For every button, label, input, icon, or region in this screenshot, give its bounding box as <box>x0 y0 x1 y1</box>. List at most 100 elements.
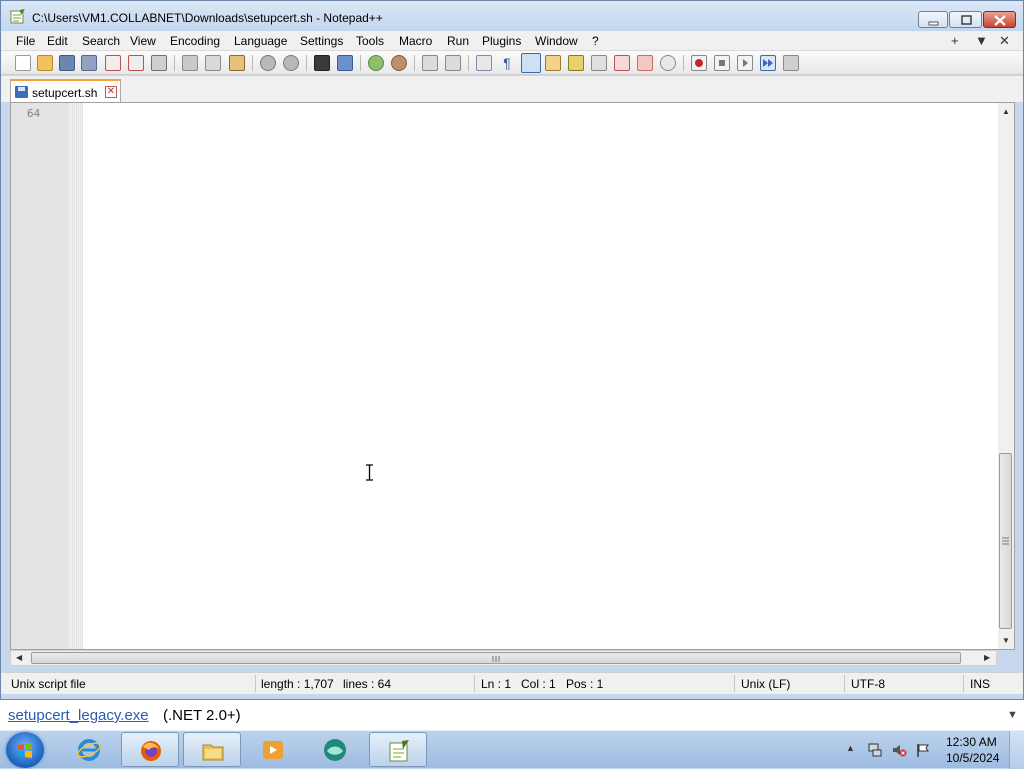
taskbar-firefox[interactable] <box>121 732 179 767</box>
replace-icon[interactable] <box>337 55 353 71</box>
record-dot-icon <box>695 59 703 67</box>
save-icon[interactable] <box>59 55 75 71</box>
toolbar-separator <box>468 55 469 71</box>
close-document-button[interactable]: ✕ <box>999 33 1010 49</box>
zoom-in-icon[interactable] <box>368 55 384 71</box>
monitoring-icon[interactable] <box>660 55 676 71</box>
network-icon[interactable] <box>867 742 883 758</box>
function-list-icon[interactable] <box>614 55 630 71</box>
status-divider <box>963 675 964 692</box>
menu-search[interactable]: Search <box>82 34 120 48</box>
paste-icon[interactable] <box>229 55 245 71</box>
vertical-scrollbar[interactable]: ▲ ▼ <box>998 103 1014 649</box>
tab-list-dropdown[interactable]: ▼ <box>975 33 988 48</box>
undo-icon[interactable] <box>260 55 276 71</box>
fast-forward-icon <box>763 59 773 67</box>
taskbar-internet-explorer[interactable] <box>60 732 118 767</box>
horizontal-scrollbar[interactable]: ◀ ▶ <box>10 650 997 666</box>
show-hidden-icons-button[interactable]: ▲ <box>846 743 855 753</box>
start-button[interactable] <box>6 732 44 768</box>
taskbar-file-explorer[interactable] <box>183 732 241 767</box>
menu-settings[interactable]: Settings <box>300 34 343 48</box>
menu-tools[interactable]: Tools <box>356 34 384 48</box>
new-file-icon[interactable] <box>15 55 31 71</box>
scroll-down-icon[interactable]: ▼ <box>1002 636 1010 645</box>
close-file-icon[interactable] <box>105 55 121 71</box>
toolbar-separator <box>414 55 415 71</box>
restore-icon <box>961 15 972 25</box>
copy-icon[interactable] <box>205 55 221 71</box>
menu-edit[interactable]: Edit <box>47 34 68 48</box>
menu-language[interactable]: Language <box>234 34 287 48</box>
status-divider <box>734 675 735 692</box>
taskbar-notepad-plus-plus[interactable] <box>369 732 427 767</box>
minimize-button[interactable] <box>918 11 948 28</box>
action-center-flag-icon[interactable] <box>915 742 931 758</box>
tab-bar: setupcert.sh ✕ <box>1 76 1023 102</box>
indent-guide-icon[interactable] <box>521 53 541 73</box>
menu-run[interactable]: Run <box>447 34 469 48</box>
menu-window[interactable]: Window <box>535 34 578 48</box>
download-link[interactable]: setupcert_legacy.exe <box>8 707 149 724</box>
vertical-scroll-thumb[interactable] <box>999 453 1012 629</box>
toolbar-separator <box>306 55 307 71</box>
text-area[interactable] <box>83 103 997 649</box>
toolbar-separator <box>252 55 253 71</box>
menu-encoding[interactable]: Encoding <box>170 34 220 48</box>
menu-macro[interactable]: Macro <box>399 34 432 48</box>
status-eol[interactable]: Unix (LF) <box>741 677 790 691</box>
volume-muted-icon[interactable] <box>891 742 907 758</box>
user-defined-language-icon[interactable] <box>545 55 561 71</box>
save-macro-icon[interactable] <box>783 55 799 71</box>
redo-icon[interactable] <box>283 55 299 71</box>
stop-recording-icon[interactable] <box>714 55 730 71</box>
taskbar-media-player[interactable] <box>244 732 302 767</box>
status-ln: Ln : 1 <box>481 677 512 691</box>
menu-file[interactable]: File <box>16 34 35 48</box>
fold-margin[interactable] <box>69 103 83 649</box>
new-tab-button[interactable]: + <box>951 33 959 48</box>
cut-icon[interactable] <box>182 55 198 71</box>
scroll-right-icon[interactable]: ▶ <box>984 653 990 662</box>
tab-close-icon[interactable]: ✕ <box>105 86 117 98</box>
save-all-icon[interactable] <box>81 55 97 71</box>
maximize-button[interactable] <box>949 11 982 28</box>
scroll-up-icon[interactable]: ▲ <box>1002 107 1010 116</box>
status-mode[interactable]: INS <box>970 677 990 691</box>
sync-vertical-icon[interactable] <box>422 55 438 71</box>
toolbar-separator <box>360 55 361 71</box>
menu-plugins[interactable]: Plugins <box>482 34 521 48</box>
clock-date[interactable]: 10/5/2024 <box>946 751 999 765</box>
open-file-icon[interactable] <box>37 55 53 71</box>
folder-as-workspace-icon[interactable] <box>637 55 653 71</box>
status-encoding[interactable]: UTF-8 <box>851 677 885 691</box>
close-window-button[interactable] <box>983 11 1016 28</box>
toolbar-separator <box>174 55 175 71</box>
run-macro-multiple-icon[interactable] <box>760 55 776 71</box>
taskbar-app[interactable] <box>306 732 364 767</box>
chevron-down-icon[interactable]: ▼ <box>1007 709 1018 721</box>
sync-horizontal-icon[interactable] <box>445 55 461 71</box>
menu-help[interactable]: ? <box>592 34 599 48</box>
tab-label: setupcert.sh <box>32 86 98 100</box>
editor[interactable]: 64 ▲ ▼ <box>10 102 1015 650</box>
download-caption-bar: setupcert_legacy.exe (.NET 2.0+) ▼ <box>0 700 1024 730</box>
show-all-chars-icon[interactable]: ¶ <box>499 55 515 71</box>
show-desktop-button[interactable] <box>1009 731 1024 769</box>
tab-setupcert[interactable]: setupcert.sh ✕ <box>10 79 121 102</box>
find-icon[interactable] <box>314 55 330 71</box>
document-list-icon[interactable] <box>591 55 607 71</box>
print-icon[interactable] <box>151 55 167 71</box>
zoom-out-icon[interactable] <box>391 55 407 71</box>
menu-view[interactable]: View <box>130 34 156 48</box>
clock-time[interactable]: 12:30 AM <box>946 735 997 749</box>
document-map-icon[interactable] <box>568 55 584 71</box>
word-wrap-icon[interactable] <box>476 55 492 71</box>
horizontal-scroll-thumb[interactable] <box>31 652 961 664</box>
title-bar[interactable]: C:\Users\VM1.COLLABNET\Downloads\setupce… <box>1 1 1023 31</box>
playback-macro-icon[interactable] <box>737 55 753 71</box>
scroll-left-icon[interactable]: ◀ <box>16 653 22 662</box>
toolbar-separator <box>683 55 684 71</box>
record-macro-icon[interactable] <box>691 55 707 71</box>
close-all-icon[interactable] <box>128 55 144 71</box>
